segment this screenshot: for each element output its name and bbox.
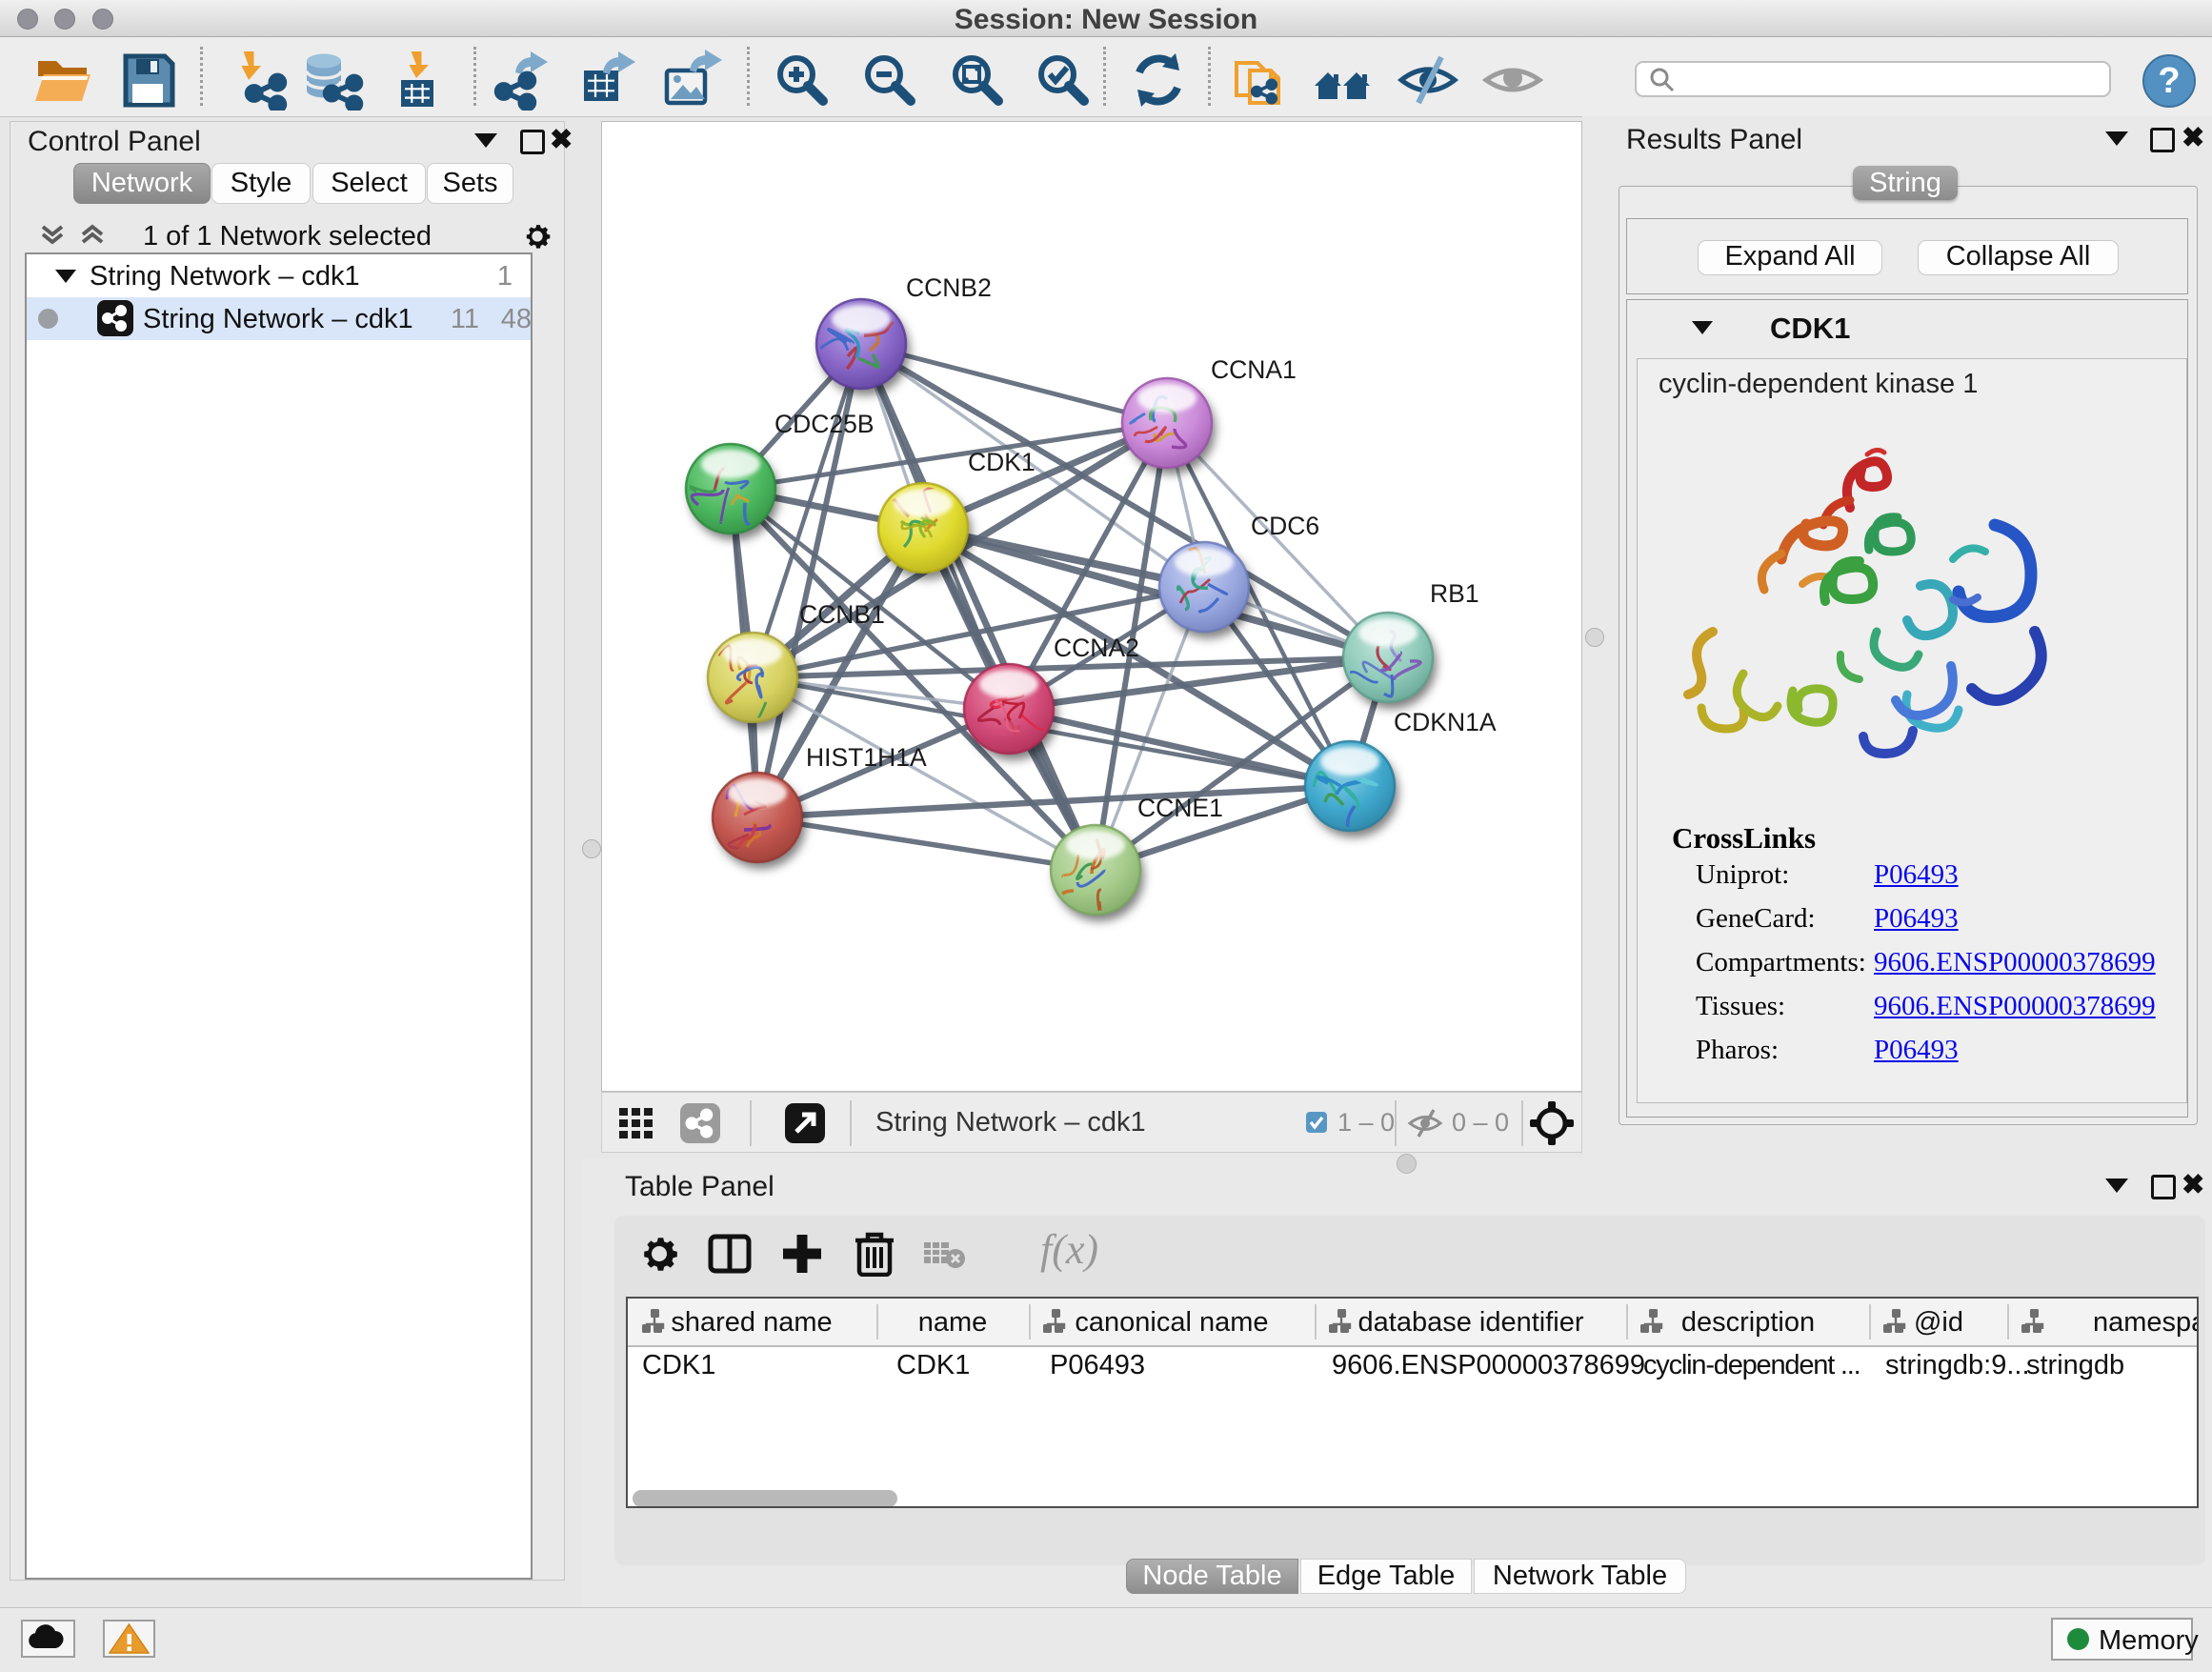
svg-text:CDKN1A: CDKN1A [1394, 708, 1497, 736]
svg-text:CDC6: CDC6 [1251, 512, 1319, 540]
svg-text:?: ? [2158, 61, 2180, 101]
svg-text:CCNA2: CCNA2 [1054, 634, 1139, 662]
svg-text:CDC25B: CDC25B [774, 410, 875, 438]
svg-text:CCNB1: CCNB1 [799, 600, 885, 629]
svg-text:CCNA1: CCNA1 [1211, 355, 1297, 384]
svg-text:CCNB2: CCNB2 [906, 273, 992, 302]
svg-text:HIST1H1A: HIST1H1A [806, 743, 927, 772]
svg-text:CDK1: CDK1 [968, 448, 1036, 476]
svg-text:RB1: RB1 [1430, 579, 1479, 608]
svg-text:CCNE1: CCNE1 [1137, 794, 1223, 822]
